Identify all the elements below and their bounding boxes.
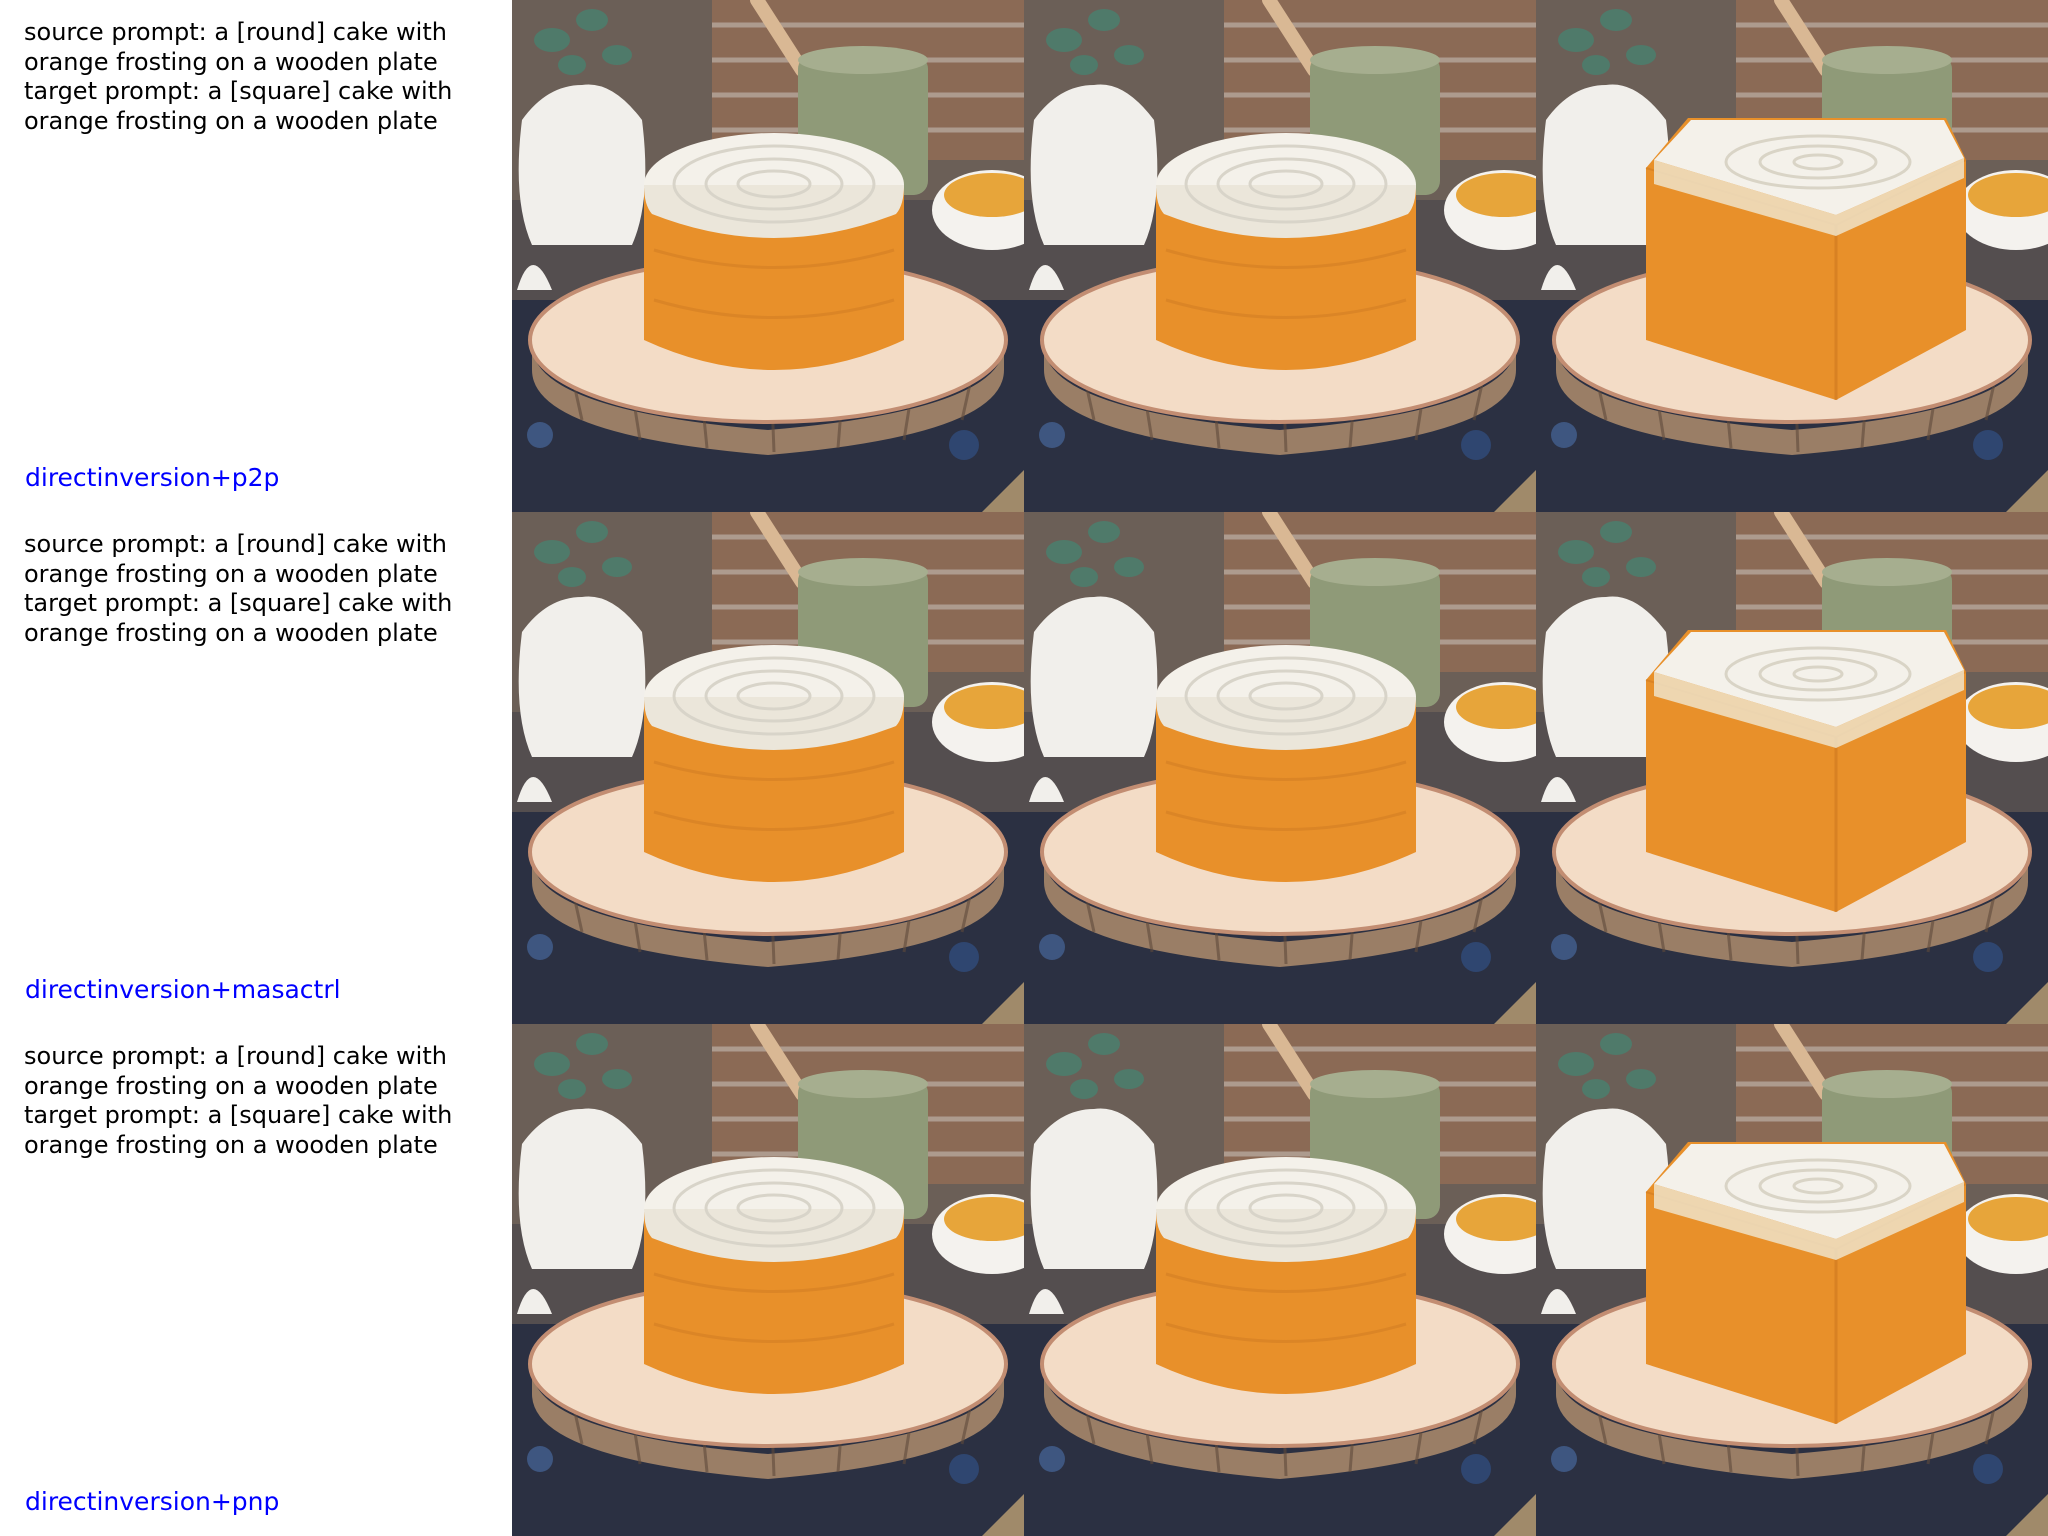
prompt-line: orange frosting on a wooden plate [24,47,438,76]
cake-image-tile [512,0,1024,512]
prompt-line: target prompt: a [square] cake with [24,589,453,617]
cake-image-tile [1536,0,2048,512]
prompt-line: source prompt: a [round] cake with [24,530,447,558]
row-label-panel: source prompt: a [round] cake with orang… [0,0,512,512]
comparison-row: source prompt: a [round] cake with orang… [0,512,2048,1024]
method-label: directinversion+p2p [25,463,280,492]
cake-image-tile [512,512,1024,1024]
prompt-line: target prompt: a [square] cake with [24,77,453,105]
cake-photo [1536,0,2048,512]
prompt-line: source prompt: a [round] cake with [24,18,447,46]
prompt-text: source prompt: a [round] cake with orang… [24,530,504,648]
cake-image-tile [1024,1024,1536,1536]
prompt-line: source prompt: a [round] cake with [24,1042,447,1070]
prompt-text: source prompt: a [round] cake with orang… [24,18,504,136]
cake-photo [512,0,1024,512]
method-label: directinversion+pnp [25,1487,280,1516]
comparison-row: source prompt: a [round] cake with orang… [0,1024,2048,1536]
comparison-row: source prompt: a [round] cake with orang… [0,0,2048,512]
cake-photo [1536,1024,2048,1536]
prompt-text: source prompt: a [round] cake with orang… [24,1042,504,1160]
cake-image-tile [1536,1024,2048,1536]
cake-image-tile [512,1024,1024,1536]
cake-image-tile [1024,0,1536,512]
cake-image-tile [1024,512,1536,1024]
cake-photo [512,512,1024,1024]
cake-photo [1024,512,1536,1024]
prompt-line: orange frosting on a wooden plate [24,559,438,588]
cake-photo [1536,512,2048,1024]
prompt-line: orange frosting on a wooden plate [24,1071,438,1100]
prompt-line: orange frosting on a wooden plate [24,1130,438,1159]
prompt-line: orange frosting on a wooden plate [24,106,438,135]
cake-photo [1024,0,1536,512]
method-label: directinversion+masactrl [25,975,341,1004]
cake-image-tile [1536,512,2048,1024]
cake-photo [512,1024,1024,1536]
prompt-line: orange frosting on a wooden plate [24,618,438,647]
prompt-line: target prompt: a [square] cake with [24,1101,453,1129]
cake-photo [1024,1024,1536,1536]
row-label-panel: source prompt: a [round] cake with orang… [0,1024,512,1536]
row-label-panel: source prompt: a [round] cake with orang… [0,512,512,1024]
